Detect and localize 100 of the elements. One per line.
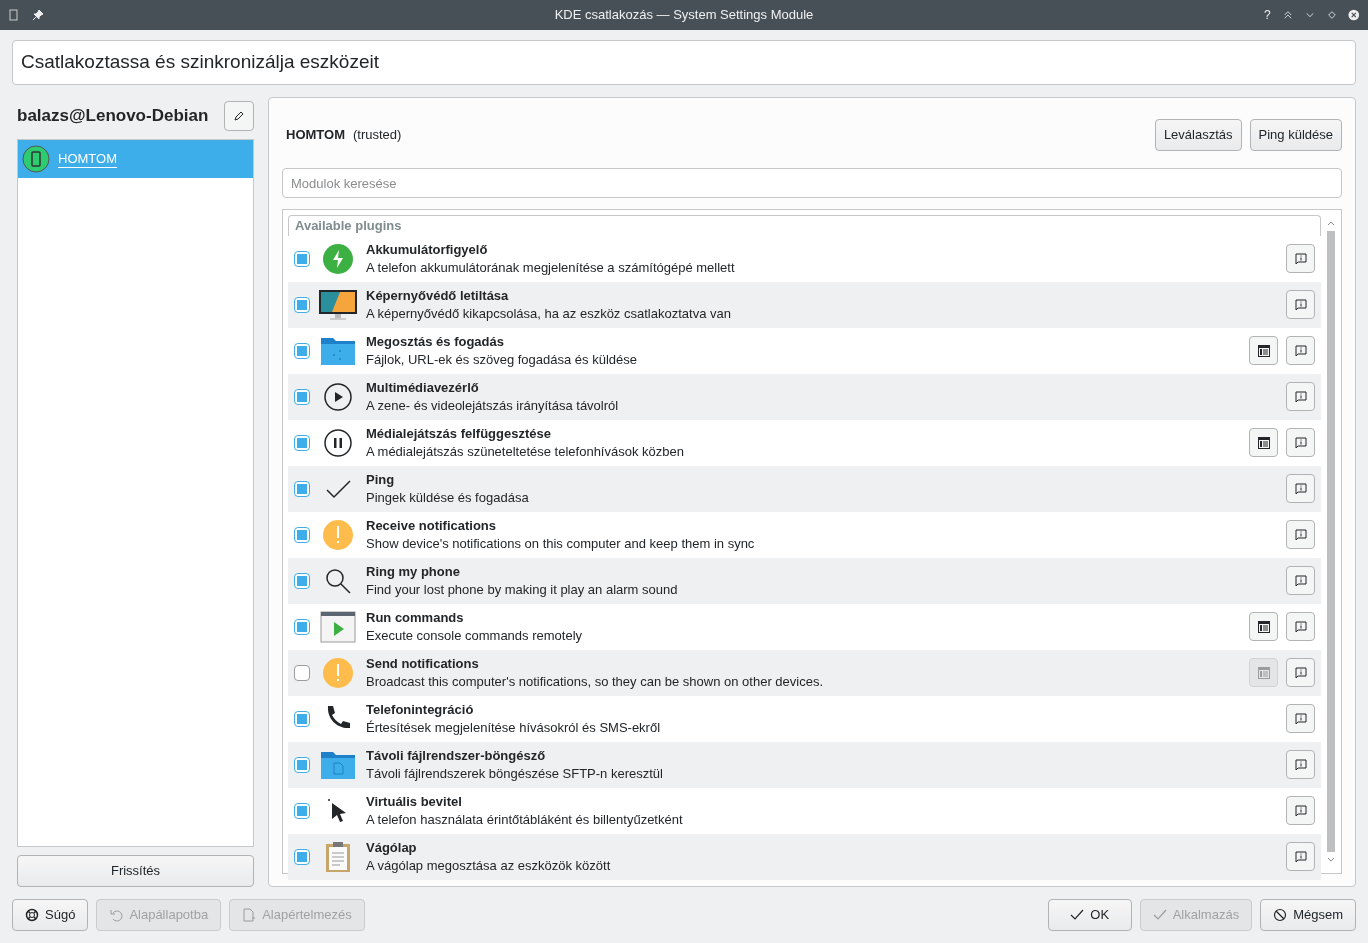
about-button[interactable] [1286, 382, 1315, 411]
play-icon [322, 380, 354, 413]
plugin-title: Képernyővédő letiltása [366, 286, 510, 305]
checkbox[interactable] [294, 296, 310, 313]
checkbox[interactable] [294, 250, 310, 267]
plugin-description: A telefon használata érintőtábláként és billentyűzetként [366, 810, 684, 829]
settings-icon [1257, 620, 1270, 633]
scroll-up-icon[interactable] [1327, 219, 1335, 227]
device-name: HOMTOM [286, 126, 345, 145]
plugin-description: Fájlok, URL-ek és szöveg fogadása és küldése [366, 350, 638, 369]
device-action-button[interactable]: Ping küldése [1249, 119, 1342, 151]
configure-button[interactable] [1249, 336, 1278, 365]
ok-button[interactable]: OK [1047, 899, 1132, 931]
plugin-title: Távoli fájlrendszer-böngésző [366, 746, 547, 765]
checkmark-icon [1152, 908, 1167, 922]
plugin-title: Multimédiavezérlő [366, 378, 480, 397]
exclamation-icon [322, 518, 354, 551]
about-button[interactable] [1286, 842, 1315, 871]
document-icon [242, 908, 257, 922]
search-field[interactable]: Modulok keresése [282, 168, 1342, 198]
plugin-description: A médialejátszás szüneteltetése telefonhívások közben [366, 442, 685, 461]
about-button[interactable] [1286, 290, 1315, 319]
about-button[interactable] [1286, 428, 1315, 457]
checkbox[interactable] [294, 802, 310, 819]
keep-above-icon[interactable] [1282, 9, 1293, 21]
device-action-button[interactable]: Leválasztás [1154, 119, 1242, 151]
checkbox[interactable] [294, 526, 310, 543]
phone-icon [22, 145, 50, 173]
about-button[interactable] [1286, 520, 1315, 549]
plugin-description: Értesítések megjelenítése hívásokról és SMS-ekről [366, 718, 662, 737]
checkmark-icon [1070, 908, 1085, 922]
about-button[interactable] [1286, 796, 1315, 825]
info-icon [1294, 758, 1307, 771]
settings-icon [1257, 666, 1270, 679]
checkbox[interactable] [294, 434, 310, 451]
plugin-description: A zene- és videolejátszás irányítása távolról [366, 396, 620, 415]
plugin-title: Akkumulátorfigyelő [366, 240, 489, 259]
cancel-button[interactable]: Mégsem [1260, 899, 1356, 931]
info-icon [1294, 436, 1307, 449]
plugin-title: Médialejátszás felfüggesztése [366, 424, 552, 443]
plugin-description: Távoli fájlrendszerek böngészése SFTP-n keresztül [366, 764, 664, 783]
device-status: (trusted) [353, 126, 402, 145]
lightning-icon [322, 242, 354, 275]
about-button[interactable] [1286, 244, 1315, 273]
info-icon [1294, 804, 1307, 817]
settings-icon [1257, 344, 1270, 357]
monitor-icon [318, 288, 358, 321]
pin-icon[interactable] [32, 9, 44, 21]
settings-icon [1257, 436, 1270, 449]
pause-icon [322, 426, 354, 459]
checkbox[interactable] [294, 342, 310, 359]
dialog-button[interactable]: Súgó [12, 899, 89, 931]
about-button[interactable] [1286, 474, 1315, 503]
checkbox[interactable] [294, 848, 310, 865]
info-icon [1294, 482, 1307, 495]
info-icon [1294, 620, 1307, 633]
maximize-icon[interactable] [1326, 9, 1337, 21]
about-button[interactable] [1286, 566, 1315, 595]
info-icon [1294, 390, 1307, 403]
checkbox[interactable] [294, 756, 310, 773]
about-button[interactable] [1286, 658, 1315, 687]
checkbox[interactable] [294, 710, 310, 727]
window-icon[interactable] [8, 9, 20, 21]
checkbox[interactable] [294, 388, 310, 405]
edit-button[interactable] [224, 101, 254, 131]
cancel-icon [1273, 908, 1288, 922]
lifebuoy-icon [25, 908, 39, 922]
close-icon[interactable] [1348, 8, 1360, 22]
about-button[interactable] [1286, 704, 1315, 733]
plugin-description: A telefon akkumulátorának megjelenítése a számítógépé mellett [366, 258, 736, 277]
plugin-description: A képernyővédő kikapcsolása, ha az eszköz csatlakoztatva van [366, 304, 732, 323]
about-button[interactable] [1286, 336, 1315, 365]
info-icon [1294, 528, 1307, 541]
info-icon [1294, 666, 1307, 679]
about-button[interactable] [1286, 750, 1315, 779]
checkbox[interactable] [294, 618, 310, 635]
plugin-title: Virtuális bevitel [366, 792, 463, 811]
info-icon [1294, 252, 1307, 265]
configure-button[interactable] [1249, 428, 1278, 457]
plugin-description: Show device's notifications on this computer and keep them in sync [366, 534, 756, 553]
header-banner: Csatlakoztassa és szinkronizálja eszközeit [12, 40, 1356, 85]
checkbox[interactable] [294, 664, 310, 681]
pencil-icon [233, 110, 245, 122]
plugin-title: Receive notifications [366, 516, 498, 535]
help-button[interactable]: ? [1264, 9, 1271, 21]
about-button[interactable] [1286, 612, 1315, 641]
configure-button[interactable] [1249, 612, 1278, 641]
scroll-down-icon[interactable] [1327, 856, 1335, 864]
terminal-icon [320, 610, 356, 643]
info-icon [1294, 850, 1307, 863]
plugin-description: Execute console commands remotely [366, 626, 584, 645]
info-icon [1294, 298, 1307, 311]
plugin-description: Find your lost phone by making it play an alarm sound [366, 580, 679, 599]
refresh-button[interactable]: Frissítés [17, 855, 254, 887]
info-icon [1294, 344, 1307, 357]
plugin-title: Run commands [366, 608, 465, 627]
undo-icon [109, 908, 124, 922]
plugin-description: A vágólap megosztása az eszközök között [366, 856, 612, 875]
checkbox[interactable] [294, 572, 310, 589]
checkbox[interactable] [294, 480, 310, 497]
